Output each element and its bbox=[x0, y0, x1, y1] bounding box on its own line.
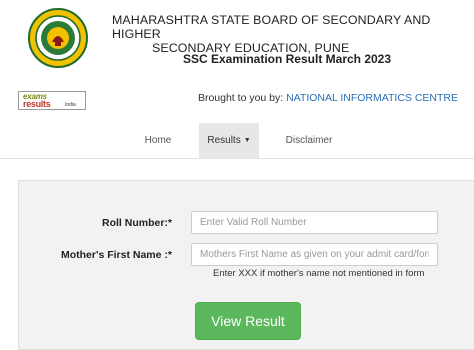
nav-disclaimer-label: Disclaimer bbox=[285, 135, 333, 146]
navbar: Home Results ▼ Disclaimer bbox=[0, 123, 474, 159]
mother-name-input[interactable] bbox=[191, 243, 438, 266]
exam-title: SSC Examination Result March 2023 bbox=[182, 52, 392, 66]
board-title-line1: MAHARASHTRA STATE BOARD OF SECONDARY AND… bbox=[112, 13, 431, 41]
exams-results-logo[interactable]: exams results India bbox=[18, 91, 86, 110]
nav-results-label: Results bbox=[207, 135, 241, 146]
nav-results-dropdown[interactable]: Results ▼ bbox=[199, 123, 259, 158]
view-result-button[interactable]: View Result bbox=[195, 302, 301, 340]
roll-number-input[interactable] bbox=[191, 211, 438, 234]
caret-down-icon: ▼ bbox=[243, 137, 251, 144]
nav-home[interactable]: Home bbox=[138, 123, 178, 158]
nav-home-label: Home bbox=[144, 135, 172, 146]
logo-text-results: results bbox=[23, 99, 51, 109]
brought-by-prefix: Brought to you by: bbox=[197, 92, 287, 104]
board-title: MAHARASHTRA STATE BOARD OF SECONDARY AND… bbox=[112, 13, 467, 55]
brought-by-text: Brought to you by: NATIONAL INFORMATICS … bbox=[198, 92, 458, 104]
nic-link[interactable]: NATIONAL INFORMATICS CENTRE bbox=[286, 92, 458, 104]
roll-number-label: Roll Number:* bbox=[101, 217, 172, 229]
mother-name-label: Mother's First Name :* bbox=[60, 249, 172, 261]
mother-name-hint: Enter XXX if mother's name not mentioned… bbox=[213, 268, 425, 279]
nav-disclaimer[interactable]: Disclaimer bbox=[280, 123, 338, 158]
logo-text-india: India bbox=[65, 102, 76, 108]
